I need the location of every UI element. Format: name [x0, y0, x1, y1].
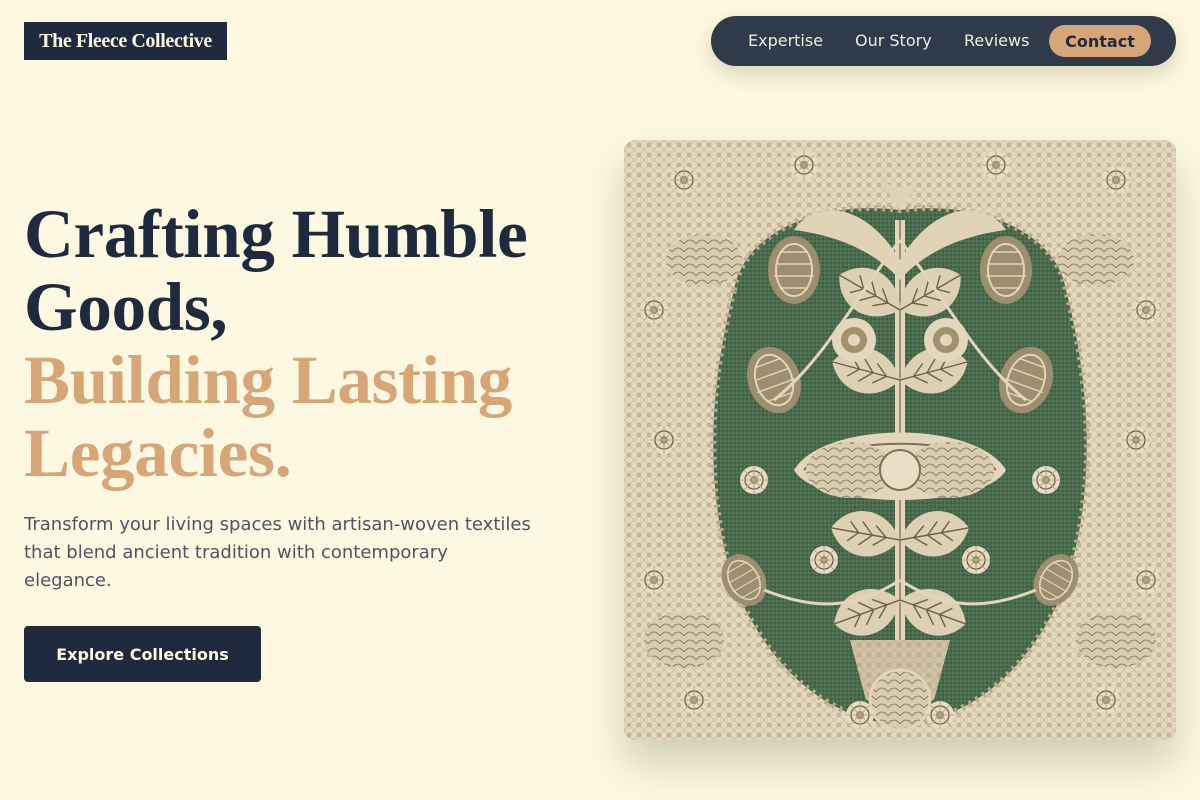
nav-link-expertise[interactable]: Expertise	[748, 16, 823, 66]
damask-textile-image	[624, 140, 1176, 740]
hero-title-line-2: Goods,	[24, 269, 228, 345]
hero-subtitle: Transform your living spaces with artisa…	[24, 514, 531, 591]
brand-logo[interactable]: The Fleece Collective	[24, 22, 227, 60]
main-nav: Expertise Our Story Reviews Contact	[711, 16, 1176, 66]
hero-title: Crafting Humble Goods, Building Lasting …	[24, 198, 604, 490]
hero-title-accent-line-1: Building Lasting	[24, 342, 513, 418]
nav-link-reviews[interactable]: Reviews	[964, 16, 1029, 66]
nav-link-our-story[interactable]: Our Story	[855, 16, 932, 66]
hero-title-line-1: Crafting Humble	[24, 196, 528, 272]
contact-button[interactable]: Contact	[1049, 25, 1151, 57]
explore-collections-button[interactable]: Explore Collections	[24, 626, 261, 682]
hero-title-accent-line-2: Legacies.	[24, 415, 292, 491]
